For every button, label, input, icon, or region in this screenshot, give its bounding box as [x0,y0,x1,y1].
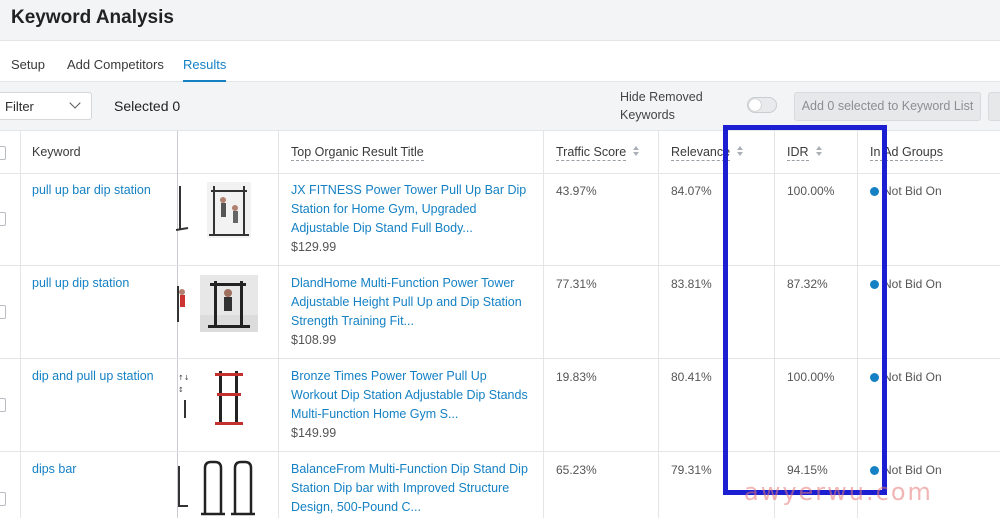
row-checkbox[interactable] [0,305,6,319]
ad-group-status-text: Not Bid On [883,277,942,291]
keyword-link[interactable]: pull up dip station [32,276,129,290]
product-thumbnail-partial [176,284,190,336]
hide-removed-toggle[interactable] [747,97,777,113]
traffic-score: 19.83% [556,370,597,384]
tab-results[interactable]: Results [183,57,227,82]
keyword-link[interactable]: pull up bar dip station [32,183,151,197]
tab-add-competitors[interactable]: Add Competitors [67,57,164,72]
relevance: 80.41% [671,370,712,384]
toolbar: Filter Selected 0 Hide Removed Keywords … [0,82,1000,131]
col-relevance-label: Relevance [671,145,731,161]
sort-icon[interactable] [633,145,640,156]
app-header: Keyword Analysis [0,0,1000,41]
svg-text:↑↓: ↑↓ [178,374,190,382]
organic-title-link[interactable]: Bronze Times Power Tower Pull Up Workout… [291,367,536,424]
ad-group-status-text: Not Bid On [883,184,942,198]
col-traffic-score[interactable]: Traffic Score [556,145,640,161]
filter-label: Filter [5,99,34,114]
idr-highlight-box [723,125,887,495]
product-thumbnail-partial: ↑↓ ↕ [176,370,190,422]
relevance: 84.07% [671,184,712,198]
price: $129.99 [291,240,337,254]
traffic-score: 77.31% [556,277,597,291]
price: $108.99 [291,333,337,347]
col-top-organic-title-label: Top Organic Result Title [291,145,424,161]
product-thumbnail-partial [176,462,190,514]
chevron-down-icon [69,97,81,109]
row-checkbox[interactable] [0,398,6,412]
product-image [199,458,259,518]
tab-bar: Setup Add Competitors Results [0,41,1000,82]
filter-dropdown[interactable]: Filter [0,92,92,120]
ad-group-status-text: Not Bid On [883,463,942,477]
tab-setup[interactable]: Setup [11,57,45,72]
row-checkbox[interactable] [0,492,6,506]
product-image [207,182,251,238]
column-divider [543,131,544,518]
selected-count: Selected 0 [114,98,181,114]
col-traffic-score-label: Traffic Score [556,145,627,161]
organic-title-link[interactable]: JX FITNESS Power Tower Pull Up Bar Dip S… [291,181,536,238]
svg-text:↕: ↕ [178,386,184,394]
hide-removed-label: Hide Removed Keywords [620,90,703,122]
product-thumbnail-partial [176,182,190,234]
product-image [200,275,258,332]
col-keyword: Keyword [32,145,81,159]
column-divider [278,131,279,518]
col-top-organic-title[interactable]: Top Organic Result Title [291,145,424,161]
overflow-button[interactable] [988,92,1000,121]
page-title: Keyword Analysis [11,7,174,28]
traffic-score: 43.97% [556,184,597,198]
watermark: awyerwu.com [744,478,933,506]
organic-title-link[interactable]: DlandHome Multi-Function Power Tower Adj… [291,274,536,331]
column-divider [20,131,21,518]
relevance: 79.31% [671,463,712,477]
select-all-checkbox[interactable] [0,146,6,160]
keyword-link[interactable]: dip and pull up station [32,369,154,383]
product-image [211,367,247,427]
price: $149.99 [291,426,337,440]
column-divider [658,131,659,518]
toggle-knob [749,99,761,111]
add-to-keyword-list-button[interactable]: Add 0 selected to Keyword List [794,92,981,121]
row-checkbox[interactable] [0,212,6,226]
organic-title-link[interactable]: BalanceFrom Multi-Function Dip Stand Dip… [291,460,536,517]
keyword-link[interactable]: dips bar [32,462,76,476]
ad-group-status-text: Not Bid On [883,370,942,384]
traffic-score: 65.23% [556,463,597,477]
relevance: 83.81% [671,277,712,291]
